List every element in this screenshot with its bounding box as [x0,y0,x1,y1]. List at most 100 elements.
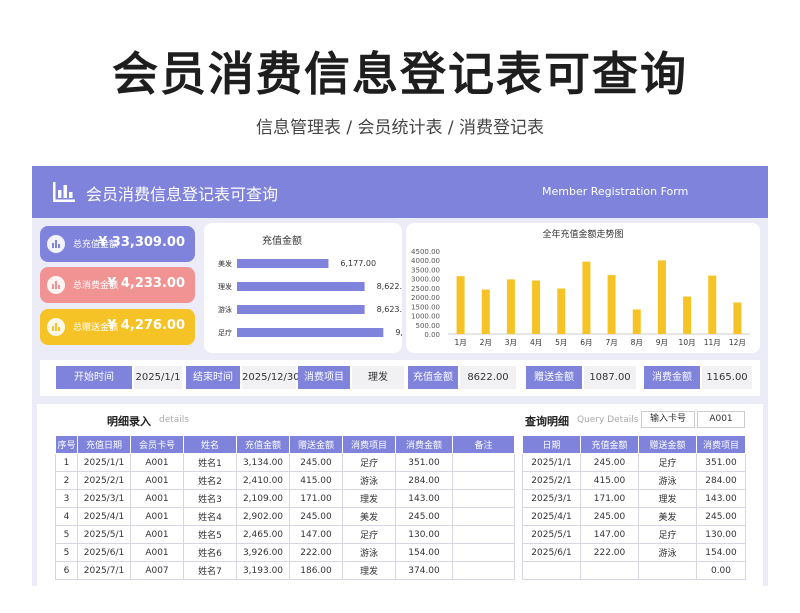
table-cell[interactable]: 186.00 [289,561,343,580]
table-cell[interactable]: 1 [55,453,78,472]
table-cell[interactable]: 3,134.00 [236,453,290,472]
table-cell[interactable]: 2 [55,471,78,490]
detail-header-cell: 消费项目 [342,435,396,454]
table-cell[interactable]: 游泳 [638,543,697,562]
table-cell[interactable]: 245.00 [696,507,746,526]
table-cell[interactable] [452,561,515,580]
table-cell[interactable]: 415.00 [580,471,639,490]
table-cell[interactable]: A001 [130,453,184,472]
table-cell[interactable]: 5 [55,543,78,562]
table-cell[interactable]: 147.00 [580,525,639,544]
table-cell[interactable]: A001 [130,525,184,544]
end-time-value[interactable]: 2025/12/30 [242,366,300,389]
table-cell[interactable]: 130.00 [696,525,746,544]
table-cell[interactable]: 游泳 [342,543,396,562]
table-cell[interactable]: 理发 [342,561,396,580]
table-cell[interactable]: 足疗 [342,453,396,472]
detail-header-cell: 姓名 [183,435,237,454]
table-cell[interactable]: 足疗 [342,525,396,544]
table-cell[interactable]: 2025/3/1 [77,489,131,508]
table-cell[interactable]: A007 [130,561,184,580]
table-cell[interactable]: 2025/1/1 [522,453,581,472]
table-cell[interactable]: 美发 [638,507,697,526]
table-cell[interactable]: 245.00 [580,507,639,526]
start-time-value[interactable]: 2025/1/1 [134,366,182,389]
table-cell[interactable]: 足疗 [638,453,697,472]
table-cell[interactable]: 2025/4/1 [522,507,581,526]
table-cell[interactable]: 姓名4 [183,507,237,526]
table-cell[interactable]: 130.00 [395,525,453,544]
table-cell[interactable]: 171.00 [289,489,343,508]
table-cell[interactable]: 姓名3 [183,489,237,508]
table-cell[interactable]: 147.00 [289,525,343,544]
table-cell[interactable]: 姓名7 [183,561,237,580]
table-cell[interactable]: 2,410.00 [236,471,290,490]
table-cell[interactable]: 143.00 [395,489,453,508]
table-row: 5 2025/6/1 A001 姓名6 3,926.00 222.00 游泳 154.00 [55,543,515,562]
table-cell[interactable]: 2025/1/1 [77,453,131,472]
consume-item-select[interactable]: 理发 [352,366,404,389]
table-cell[interactable]: 245.00 [289,507,343,526]
table-cell[interactable] [452,453,515,472]
table-cell[interactable]: 284.00 [696,471,746,490]
table-cell[interactable]: 284.00 [395,471,453,490]
table-cell[interactable] [452,471,515,490]
table-cell[interactable]: 足疗 [638,525,697,544]
table-cell[interactable]: 171.00 [580,489,639,508]
table-cell[interactable] [452,489,515,508]
table-cell[interactable]: 姓名5 [183,525,237,544]
table-cell[interactable]: 154.00 [395,543,453,562]
table-cell[interactable] [452,525,515,544]
table-cell[interactable]: 2,465.00 [236,525,290,544]
table-cell[interactable]: 2025/4/1 [77,507,131,526]
table-cell[interactable] [452,507,515,526]
table-cell[interactable]: 2025/2/1 [522,471,581,490]
table-cell[interactable]: 2025/6/1 [522,543,581,562]
table-cell[interactable]: 姓名1 [183,453,237,472]
table-cell[interactable]: 2025/2/1 [77,471,131,490]
table-cell[interactable]: A001 [130,471,184,490]
table-row: 2025/3/1 171.00 理发 143.00 [522,489,746,508]
table-cell[interactable]: 2,902.00 [236,507,290,526]
table-cell[interactable]: 351.00 [696,453,746,472]
table-cell[interactable]: 222.00 [289,543,343,562]
table-cell[interactable]: 222.00 [580,543,639,562]
table-cell[interactable]: 2025/3/1 [522,489,581,508]
table-cell[interactable]: 2025/6/1 [77,543,131,562]
table-cell[interactable] [522,561,581,580]
table-cell[interactable]: 3 [55,489,78,508]
table-cell[interactable]: 3,926.00 [236,543,290,562]
table-cell[interactable]: A001 [130,489,184,508]
table-cell[interactable]: 4 [55,507,78,526]
table-cell[interactable]: 3,193.00 [236,561,290,580]
table-cell[interactable]: 6 [55,561,78,580]
table-cell[interactable]: A001 [130,507,184,526]
table-cell[interactable]: 245.00 [395,507,453,526]
table-cell[interactable]: A001 [130,543,184,562]
month-bar [506,279,515,334]
table-cell[interactable]: 245.00 [580,453,639,472]
table-cell[interactable] [580,561,639,580]
table-cell[interactable]: 美发 [342,507,396,526]
table-cell[interactable]: 5 [55,525,78,544]
table-cell[interactable]: 245.00 [289,453,343,472]
table-cell[interactable]: 351.00 [395,453,453,472]
table-cell[interactable]: 理发 [638,489,697,508]
table-cell[interactable] [452,543,515,562]
table-cell[interactable]: 2,109.00 [236,489,290,508]
table-cell[interactable]: 姓名2 [183,471,237,490]
table-cell[interactable]: 2025/7/1 [77,561,131,580]
table-cell[interactable]: 154.00 [696,543,746,562]
table-cell[interactable]: 2025/5/1 [77,525,131,544]
table-cell[interactable]: 0.00 [696,561,746,580]
table-cell[interactable]: 2025/5/1 [522,525,581,544]
table-cell[interactable]: 理发 [342,489,396,508]
table-cell[interactable]: 游泳 [638,471,697,490]
card-number-input[interactable]: A001 [697,411,745,428]
table-cell[interactable]: 415.00 [289,471,343,490]
table-cell[interactable]: 374.00 [395,561,453,580]
table-cell[interactable]: 姓名6 [183,543,237,562]
table-cell[interactable]: 游泳 [342,471,396,490]
table-cell[interactable] [638,561,697,580]
table-cell[interactable]: 143.00 [696,489,746,508]
